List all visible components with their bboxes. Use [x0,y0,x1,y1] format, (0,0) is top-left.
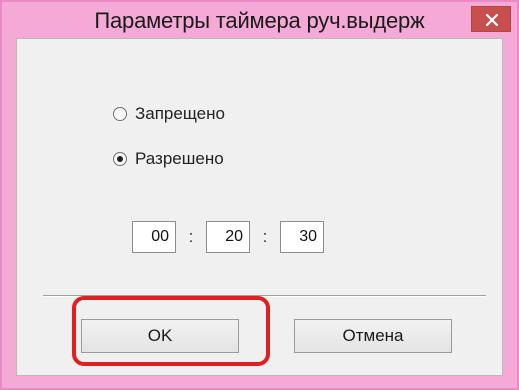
close-button[interactable] [471,6,511,32]
close-icon [486,14,498,26]
ok-button[interactable]: OK [81,319,239,353]
window-title: Параметры таймера руч.выдерж [94,8,425,33]
dialog-body: Запрещено Разрешено 00 : 20 : 30 OK Отме… [16,38,503,376]
time-separator: : [188,227,194,246]
dialog-window: Параметры таймера руч.выдерж Запрещено Р… [0,0,519,390]
time-separator: : [262,227,268,246]
timer-input-group: 00 : 20 : 30 [132,220,324,254]
minutes-field[interactable]: 20 [206,221,250,253]
radio-option-enabled[interactable]: Разрешено [113,147,224,171]
radio-enabled-label[interactable]: Разрешено [135,149,224,169]
radio-enabled[interactable] [113,152,127,166]
radio-option-disabled[interactable]: Запрещено [113,102,225,126]
title-bar[interactable]: Параметры таймера руч.выдерж [2,2,517,38]
cancel-button[interactable]: Отмена [294,319,452,353]
hours-field[interactable]: 00 [132,221,176,253]
radio-disabled[interactable] [113,107,127,121]
seconds-field[interactable]: 30 [280,221,324,253]
divider [43,295,486,297]
radio-disabled-label[interactable]: Запрещено [135,104,225,124]
